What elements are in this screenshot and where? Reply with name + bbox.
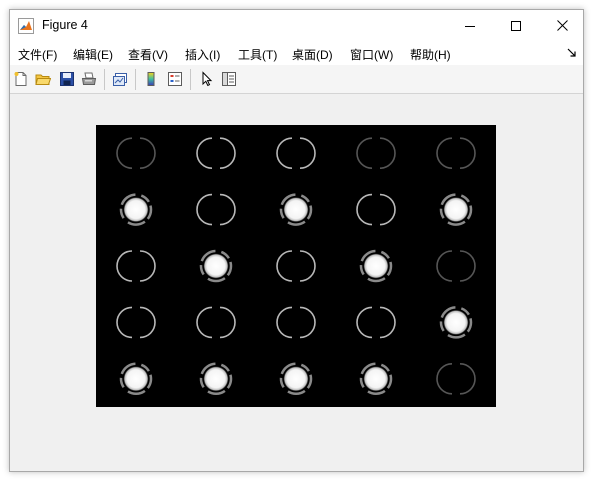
- montage-cell: [359, 249, 393, 283]
- montage-cell: [199, 362, 233, 396]
- figure-toolbar: [10, 65, 583, 94]
- montage-cell: [276, 137, 316, 169]
- maximize-button[interactable]: [493, 10, 539, 41]
- insert-colorbar-icon: [147, 72, 155, 86]
- image-montage[interactable]: [96, 125, 496, 407]
- print-button[interactable]: [80, 70, 98, 88]
- edit-plot-pointer-button[interactable]: [198, 70, 216, 88]
- menu-file[interactable]: 文件(F): [18, 46, 57, 63]
- save-button[interactable]: [58, 70, 76, 88]
- montage-cell: [196, 306, 236, 339]
- link-plot-icon: [113, 73, 127, 86]
- montage-cell: [439, 306, 473, 339]
- window-title: Figure 4: [42, 18, 88, 32]
- menu-bar: 文件(F) 编辑(E) 查看(V) 插入(I) 工具(T) 桌面(D) 窗口(W…: [10, 41, 583, 65]
- new-figure-icon: [14, 72, 27, 86]
- montage-cell: [276, 250, 316, 282]
- montage-cell: [279, 362, 313, 396]
- matlab-logo-icon: [18, 18, 34, 34]
- insert-colorbar-button[interactable]: [142, 70, 160, 88]
- montage-cell: [276, 306, 316, 339]
- menu-tools[interactable]: 工具(T): [238, 46, 277, 63]
- montage-cell: [196, 193, 236, 226]
- open-file-button[interactable]: [34, 70, 52, 88]
- montage-cell: [119, 193, 153, 226]
- montage-cell: [199, 249, 233, 283]
- new-figure-button[interactable]: [12, 70, 30, 88]
- dock-arrow-icon[interactable]: [567, 48, 577, 58]
- minimize-button[interactable]: [447, 10, 493, 41]
- montage-cell: [356, 137, 396, 169]
- title-bar: Figure 4: [10, 10, 583, 41]
- menu-desktop[interactable]: 桌面(D): [292, 46, 333, 63]
- montage-cell: [439, 193, 473, 226]
- close-icon: [556, 20, 568, 31]
- montage-cell: [436, 363, 476, 395]
- figure-window: Figure 4 文件(F) 编辑(E) 查看(V) 插入(I) 工具(T) 桌…: [9, 9, 584, 472]
- montage-cell: [116, 137, 156, 169]
- menu-edit[interactable]: 编辑(E): [73, 46, 113, 63]
- insert-legend-icon: [168, 72, 182, 86]
- minimize-icon: [465, 25, 475, 27]
- montage-canvas: [116, 137, 476, 396]
- montage-cell: [359, 362, 393, 396]
- toolbar-separator: [104, 69, 105, 90]
- print-icon: [81, 72, 97, 85]
- menu-insert[interactable]: 插入(I): [185, 46, 220, 63]
- link-plot-button[interactable]: [111, 70, 129, 88]
- montage-cell: [116, 306, 156, 339]
- montage-cell: [356, 306, 396, 339]
- toolbar-separator: [190, 69, 191, 90]
- property-inspector-button[interactable]: [220, 70, 238, 88]
- toolbar-separator: [135, 69, 136, 90]
- menu-view[interactable]: 查看(V): [128, 46, 168, 63]
- edit-plot-pointer-icon: [202, 71, 213, 87]
- montage-cell: [436, 250, 476, 282]
- menu-help[interactable]: 帮助(H): [410, 46, 451, 63]
- montage-cell: [196, 137, 236, 169]
- montage-cell: [119, 362, 153, 396]
- close-button[interactable]: [539, 10, 585, 41]
- montage-cell: [116, 250, 156, 282]
- montage-cell: [436, 137, 476, 169]
- open-file-icon: [35, 74, 51, 85]
- property-inspector-icon: [222, 72, 236, 86]
- menu-window[interactable]: 窗口(W): [350, 46, 393, 63]
- montage-cell: [356, 193, 396, 226]
- save-icon: [60, 72, 74, 86]
- maximize-icon: [511, 20, 521, 31]
- montage-cell: [279, 193, 313, 226]
- insert-legend-button[interactable]: [166, 70, 184, 88]
